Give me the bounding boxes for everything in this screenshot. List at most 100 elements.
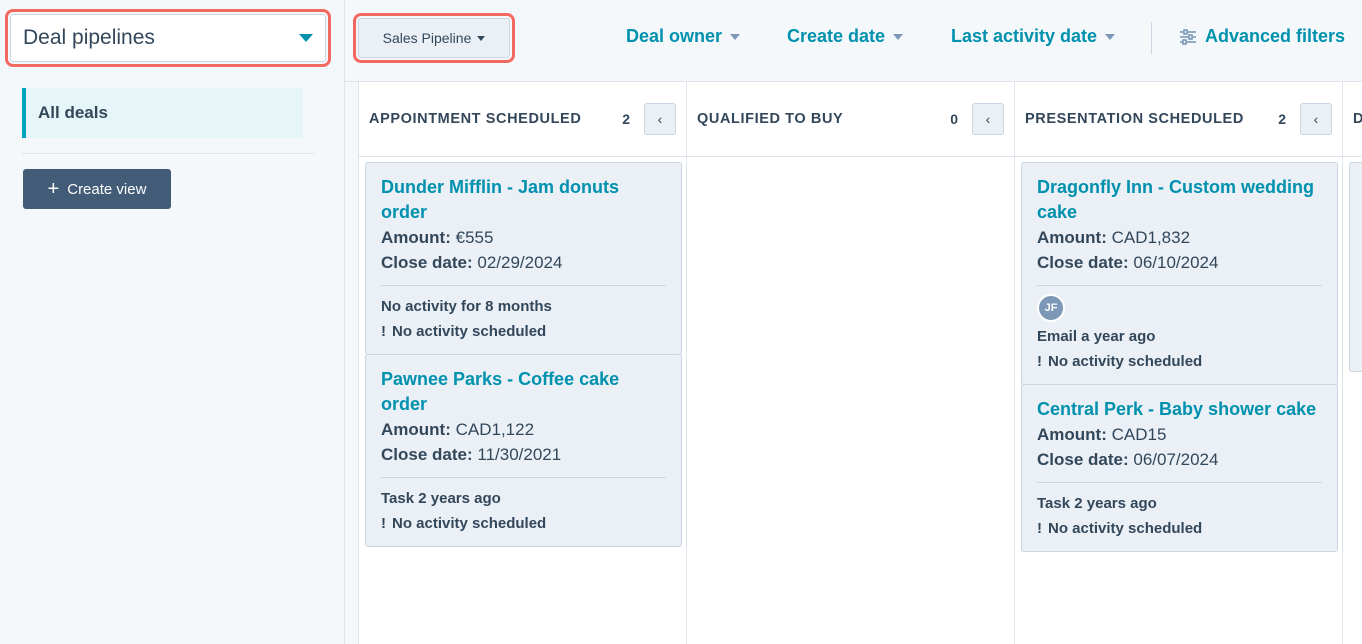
deal-card[interactable]: Dragonfly Inn - Custom wedding cake Amou… (1021, 162, 1338, 385)
column-header: QUALIFIED TO BUY 0 ‹ (687, 82, 1014, 157)
amount-value: €555 (455, 228, 494, 247)
collapse-column-button[interactable]: ‹ (972, 103, 1004, 135)
card-divider (1037, 285, 1322, 286)
column-header: PRESENTATION SCHEDULED 2 ‹ (1015, 82, 1342, 157)
chevron-left-icon: ‹ (985, 111, 991, 127)
deal-close-date: Close date: 06/07/2024 (1037, 447, 1322, 472)
column-title: APPOINTMENT SCHEDULED (369, 111, 582, 127)
last-activity-date-label: Last activity date (951, 26, 1098, 46)
amount-label: Amount: (381, 228, 451, 247)
card-divider (1037, 482, 1322, 483)
next-activity-text: No activity scheduled (392, 323, 547, 340)
view-all-deals[interactable]: All deals (22, 88, 303, 138)
filter-separator (1151, 22, 1152, 54)
sliders-icon (1180, 28, 1196, 45)
create-view-label: Create view (67, 180, 147, 198)
deal-name-link[interactable]: Pawnee Parks - Coffee cake order (381, 367, 666, 417)
amount-value: CAD1,122 (455, 420, 535, 439)
amount-label: Amount: (1037, 228, 1107, 247)
deal-board: APPOINTMENT SCHEDULED 2 ‹ Dunder Mifflin… (358, 82, 1362, 644)
advanced-filters-label: Advanced filters (1205, 26, 1346, 46)
card-divider (381, 477, 666, 478)
last-activity: No activity for 8 months (381, 298, 552, 315)
deal-owner-label: Deal owner (626, 26, 723, 46)
last-activity: Email a year ago (1037, 328, 1156, 345)
close-date-label: Close date: (381, 253, 473, 272)
amount-label: Amount: (381, 420, 451, 439)
filter-bar: Sales Pipeline Deal owner Create date La… (345, 0, 1362, 82)
close-date-value: 11/30/2021 (477, 445, 562, 464)
caret-down-icon (893, 33, 904, 40)
close-date-label: Close date: (1037, 253, 1129, 272)
plus-icon: + (47, 178, 60, 200)
stage-column-partial: D (1342, 82, 1362, 644)
create-date-label: Create date (787, 26, 886, 46)
chevron-left-icon: ‹ (1313, 111, 1319, 127)
deal-card[interactable]: Central Perk - Baby shower cake Amount: … (1021, 384, 1338, 552)
column-count: 2 (622, 111, 630, 127)
collapse-column-button[interactable]: ‹ (644, 103, 676, 135)
deal-amount: Amount: CAD15 (1037, 422, 1322, 447)
column-count: 2 (1278, 111, 1286, 127)
column-title: D (1353, 111, 1362, 127)
sales-pipeline-label: Sales Pipeline (382, 30, 472, 46)
deal-close-date: Close date: 06/10/2024 (1037, 250, 1322, 275)
last-activity: Task 2 years ago (1037, 495, 1157, 512)
next-activity-text: No activity scheduled (1048, 520, 1203, 537)
exclamation-icon: ! (1037, 520, 1042, 537)
stage-column-qualified-to-buy: QUALIFIED TO BUY 0 ‹ (686, 82, 1015, 644)
deal-close-date: Close date: 02/29/2024 (381, 250, 666, 275)
deal-name-link[interactable]: Dragonfly Inn - Custom wedding cake (1037, 175, 1322, 225)
sidebar: Deal pipelines All deals + Create view (0, 0, 345, 644)
deal-pipelines-label: Deal pipelines (23, 26, 155, 49)
last-activity: Task 2 years ago (381, 490, 501, 507)
owner-avatar[interactable]: JF (1037, 294, 1065, 322)
deal-name-link[interactable]: Central Perk - Baby shower cake (1037, 397, 1322, 422)
amount-value: CAD1,832 (1111, 228, 1191, 247)
deal-card[interactable] (1349, 162, 1362, 372)
sidebar-divider (22, 153, 315, 154)
deal-close-date: Close date: 11/30/2021 (381, 442, 666, 467)
close-date-label: Close date: (381, 445, 473, 464)
create-view-button[interactable]: + Create view (23, 169, 171, 209)
close-date-value: 02/29/2024 (477, 253, 563, 272)
chevron-left-icon: ‹ (657, 111, 663, 127)
deal-name-link[interactable]: Dunder Mifflin - Jam donuts order (381, 175, 666, 225)
column-header: APPOINTMENT SCHEDULED 2 ‹ (359, 82, 686, 157)
next-activity: ! No activity scheduled (381, 511, 666, 536)
column-title: QUALIFIED TO BUY (697, 111, 844, 127)
close-date-label: Close date: (1037, 450, 1129, 469)
deal-amount: Amount: €555 (381, 225, 666, 250)
deal-card[interactable]: Pawnee Parks - Coffee cake order Amount:… (365, 354, 682, 547)
deal-owner-filter[interactable]: Deal owner (626, 26, 741, 47)
card-divider (381, 285, 666, 286)
sales-pipeline-dropdown[interactable]: Sales Pipeline (353, 13, 515, 63)
next-activity-text: No activity scheduled (1048, 353, 1203, 370)
stage-column-appointment-scheduled: APPOINTMENT SCHEDULED 2 ‹ Dunder Mifflin… (358, 82, 687, 644)
caret-down-icon (1105, 33, 1116, 40)
column-count: 0 (950, 111, 958, 127)
exclamation-icon: ! (1037, 353, 1042, 370)
close-date-value: 06/07/2024 (1133, 450, 1219, 469)
close-date-value: 06/10/2024 (1133, 253, 1219, 272)
next-activity: ! No activity scheduled (1037, 516, 1322, 541)
next-activity-text: No activity scheduled (392, 515, 547, 532)
column-title: PRESENTATION SCHEDULED (1025, 111, 1244, 127)
last-activity-date-filter[interactable]: Last activity date (951, 26, 1116, 47)
amount-value: CAD15 (1111, 425, 1167, 444)
create-date-filter[interactable]: Create date (787, 26, 904, 47)
exclamation-icon: ! (381, 323, 386, 340)
collapse-column-button[interactable]: ‹ (1300, 103, 1332, 135)
deal-amount: Amount: CAD1,832 (1037, 225, 1322, 250)
caret-down-icon (477, 35, 486, 41)
deal-card[interactable]: Dunder Mifflin - Jam donuts order Amount… (365, 162, 682, 355)
deal-pipelines-dropdown[interactable]: Deal pipelines (5, 9, 331, 67)
advanced-filters-button[interactable]: Advanced filters (1179, 26, 1345, 47)
caret-down-icon (299, 34, 313, 42)
stage-column-presentation-scheduled: PRESENTATION SCHEDULED 2 ‹ Dragonfly Inn… (1014, 82, 1343, 644)
column-header: D (1343, 82, 1362, 157)
next-activity: ! No activity scheduled (1037, 349, 1322, 374)
amount-label: Amount: (1037, 425, 1107, 444)
exclamation-icon: ! (381, 515, 386, 532)
deal-amount: Amount: CAD1,122 (381, 417, 666, 442)
